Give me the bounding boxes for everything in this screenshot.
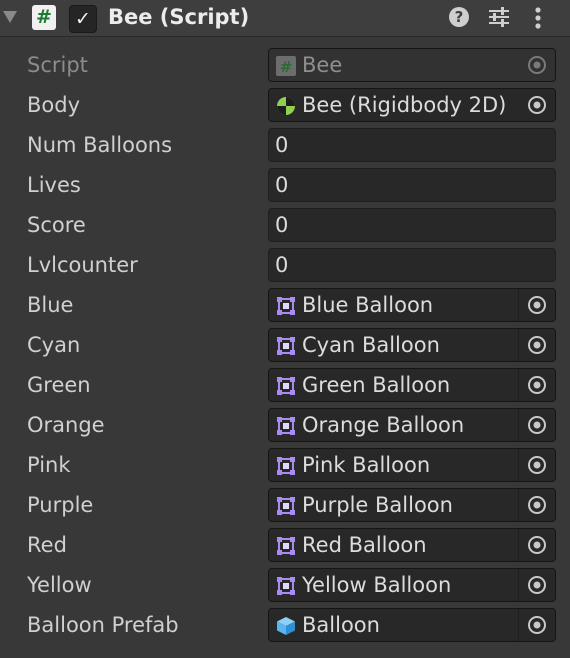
field-row-lvlcounter: Lvlcounter 0: [0, 246, 570, 286]
object-picker-icon[interactable]: [518, 529, 555, 561]
field-value: Green Balloon: [302, 373, 451, 397]
component-enabled-checkbox[interactable]: ✓: [69, 5, 97, 33]
sprite-icon: [276, 416, 296, 436]
field-value: 0: [275, 213, 289, 237]
more-options-icon[interactable]: [528, 6, 548, 30]
sprite-icon: [276, 296, 296, 316]
field-value: Blue Balloon: [302, 293, 434, 317]
sprite-icon: [276, 376, 296, 396]
blue-object-field[interactable]: Blue Balloon: [268, 288, 556, 322]
field-value: Purple Balloon: [302, 493, 453, 517]
field-label-green: Green: [27, 373, 91, 397]
field-value: Pink Balloon: [302, 453, 431, 477]
sprite-icon: [276, 456, 296, 476]
field-row-balloon-prefab: Balloon Prefab Balloon: [0, 606, 570, 646]
red-object-field[interactable]: Red Balloon: [268, 528, 556, 562]
field-value: Orange Balloon: [302, 413, 465, 437]
field-value: Red Balloon: [302, 533, 427, 557]
balloon-prefab-object-field[interactable]: Balloon: [268, 608, 556, 642]
rigidbody2d-icon: [276, 96, 296, 116]
object-picker-icon[interactable]: [518, 489, 555, 521]
object-picker-icon[interactable]: [518, 289, 555, 321]
object-picker-icon[interactable]: [518, 609, 555, 641]
field-label-num-balloons: Num Balloons: [27, 133, 173, 157]
help-icon[interactable]: ?: [449, 7, 469, 27]
field-row-lives: Lives 0: [0, 166, 570, 206]
num-balloons-number-field[interactable]: 0: [268, 128, 556, 162]
field-value: Bee: [302, 53, 343, 77]
field-label-pink: Pink: [27, 453, 71, 477]
field-value: 0: [275, 253, 289, 277]
field-value: Yellow Balloon: [302, 573, 452, 597]
field-label-orange: Orange: [27, 413, 105, 437]
sprite-icon: [276, 576, 296, 596]
script-object-field: # Bee: [268, 48, 556, 82]
field-row-cyan: Cyan Cyan Balloon: [0, 326, 570, 366]
field-row-blue: Blue Blue Balloon: [0, 286, 570, 326]
field-row-num-balloons: Num Balloons 0: [0, 126, 570, 166]
field-row-score: Score 0: [0, 206, 570, 246]
field-row-body: Body Bee (Rigidbody 2D): [0, 86, 570, 126]
field-value: Bee (Rigidbody 2D): [302, 93, 507, 117]
field-label-lvlcounter: Lvlcounter: [27, 253, 138, 277]
field-label-body: Body: [27, 93, 81, 117]
field-value: 0: [275, 133, 289, 157]
body-object-field[interactable]: Bee (Rigidbody 2D): [268, 88, 556, 122]
lvlcounter-number-field[interactable]: 0: [268, 248, 556, 282]
foldout-arrow-icon[interactable]: [3, 11, 17, 23]
sprite-icon: [276, 336, 296, 356]
sprite-icon: [276, 496, 296, 516]
field-row-red: Red Red Balloon: [0, 526, 570, 566]
purple-object-field[interactable]: Purple Balloon: [268, 488, 556, 522]
score-number-field[interactable]: 0: [268, 208, 556, 242]
field-label-balloon-prefab: Balloon Prefab: [27, 613, 179, 637]
field-row-script: Script # Bee: [0, 46, 570, 86]
field-label-script: Script: [27, 53, 88, 77]
green-object-field[interactable]: Green Balloon: [268, 368, 556, 402]
field-value: Cyan Balloon: [302, 333, 440, 357]
script-hash-icon: #: [276, 56, 296, 76]
yellow-object-field[interactable]: Yellow Balloon: [268, 568, 556, 602]
object-picker-icon[interactable]: [518, 329, 555, 361]
field-label-red: Red: [27, 533, 67, 557]
sprite-icon: [276, 536, 296, 556]
field-row-pink: Pink Pink Balloon: [0, 446, 570, 486]
orange-object-field[interactable]: Orange Balloon: [268, 408, 556, 442]
object-picker-icon[interactable]: [519, 89, 555, 121]
object-picker-icon[interactable]: [518, 449, 555, 481]
object-picker-icon[interactable]: [518, 369, 555, 401]
prefab-cube-icon: [276, 616, 296, 636]
field-row-green: Green Green Balloon: [0, 366, 570, 406]
field-row-orange: Orange Orange Balloon: [0, 406, 570, 446]
component-title: Bee (Script): [108, 5, 250, 29]
pink-object-field[interactable]: Pink Balloon: [268, 448, 556, 482]
lives-number-field[interactable]: 0: [268, 168, 556, 202]
field-value: Balloon: [302, 613, 380, 637]
field-value: 0: [275, 173, 289, 197]
field-label-lives: Lives: [27, 173, 81, 197]
field-row-purple: Purple Purple Balloon: [0, 486, 570, 526]
object-picker-icon: [519, 49, 555, 81]
object-picker-icon[interactable]: [518, 569, 555, 601]
field-label-blue: Blue: [27, 293, 74, 317]
cyan-object-field[interactable]: Cyan Balloon: [268, 328, 556, 362]
field-row-yellow: Yellow Yellow Balloon: [0, 566, 570, 606]
field-label-score: Score: [27, 213, 86, 237]
field-label-purple: Purple: [27, 493, 94, 517]
presets-icon[interactable]: [487, 6, 511, 28]
object-picker-icon[interactable]: [518, 409, 555, 441]
component-header[interactable]: # ✓ Bee (Script) ?: [0, 0, 570, 37]
script-hash-icon: #: [32, 5, 56, 30]
svg-text:#: #: [280, 58, 293, 76]
field-label-yellow: Yellow: [27, 573, 92, 597]
field-label-cyan: Cyan: [27, 333, 81, 357]
